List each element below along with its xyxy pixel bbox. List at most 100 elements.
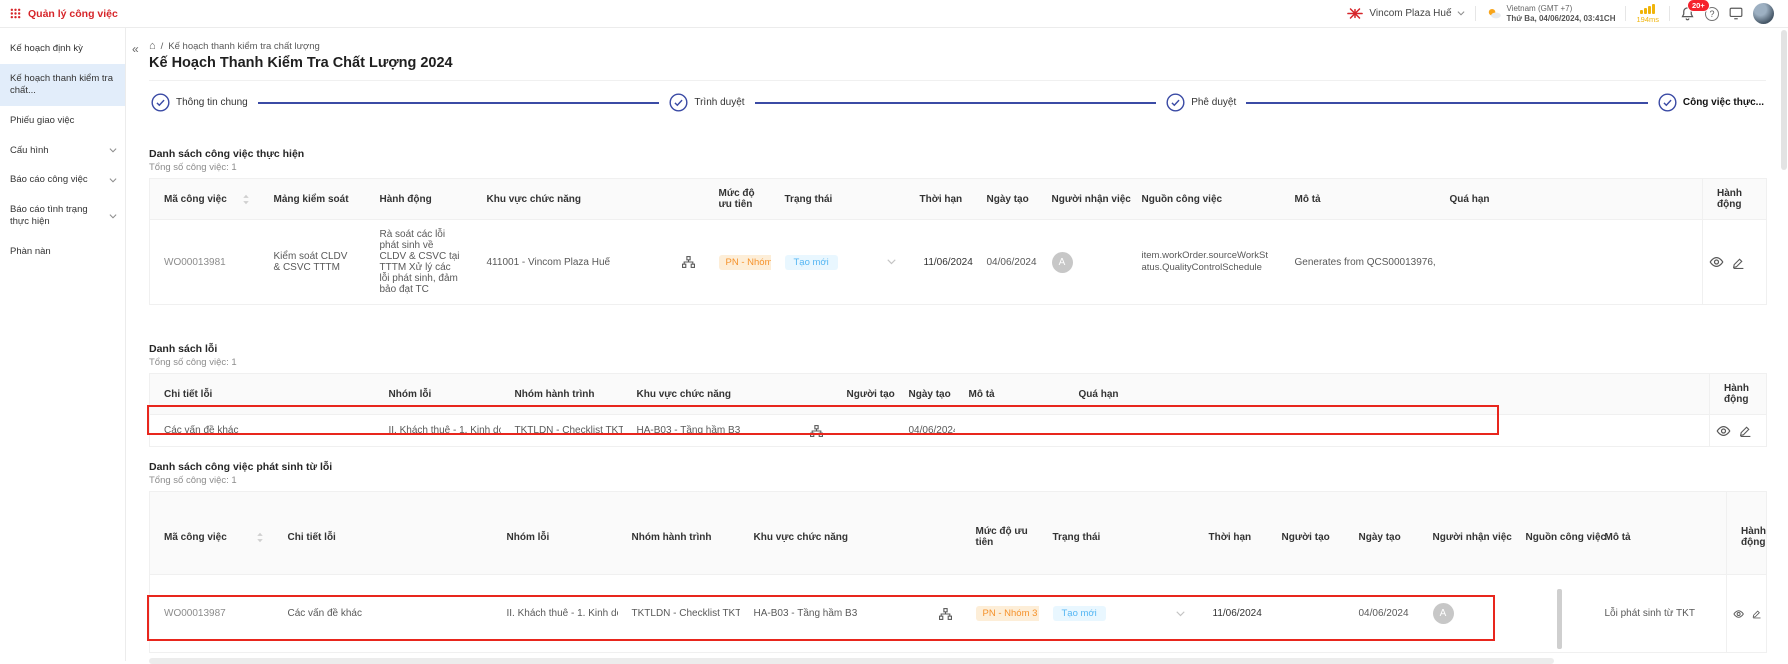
- user-avatar[interactable]: [1753, 3, 1774, 24]
- edit-pencil-icon[interactable]: [1732, 256, 1745, 269]
- error-group: II. Khách thuê - 1. Kinh doanh: [493, 575, 618, 653]
- notification-badge: 20+: [1687, 0, 1710, 12]
- chevron-down-icon: [109, 178, 117, 183]
- priority-cell: PN - Nhóm 3: [705, 220, 771, 305]
- edit-pencil-icon[interactable]: [1752, 607, 1762, 620]
- org-switcher[interactable]: Vincom Plaza Huế: [1346, 7, 1464, 20]
- column-header[interactable]: Mã công việc: [150, 179, 260, 220]
- step-cong-viec-thuc-hien[interactable]: Công việc thực...: [1658, 93, 1764, 112]
- eye-icon[interactable]: [1716, 425, 1731, 437]
- column-header: Người nhận việc: [1419, 492, 1512, 575]
- section-derived-list: Danh sách công việc phát sinh từ lỗi Tổn…: [149, 461, 1766, 653]
- check-circle-icon: [1658, 93, 1677, 112]
- actions-cell: [1703, 220, 1767, 305]
- section-count: Tổng số công việc: 1: [149, 357, 1766, 368]
- deadline-cell: 11/06/2024: [906, 220, 973, 305]
- sidebar-item-bao-cao-tinh-trang[interactable]: Báo cáo tình trạng thực hiện: [0, 195, 125, 237]
- breadcrumb-path[interactable]: Kế hoạch thanh kiểm tra chất lượng: [168, 41, 319, 52]
- table-row[interactable]: WO00013981 Kiểm soát CLDV & CSVC TTTM Rà…: [150, 220, 1767, 305]
- table-row[interactable]: Các vấn đề khác II. Khách thuê - 1. Kinh…: [150, 415, 1767, 447]
- column-header: Mức độ ưu tiên: [962, 492, 1039, 575]
- timezone-label: Vietnam (GMT +7): [1507, 4, 1616, 14]
- section-error-list: Danh sách lỗi Tổng số công việc: 1 Chi t…: [149, 343, 1766, 447]
- step-label: Phê duyệt: [1191, 97, 1236, 108]
- column-header: Nguồn công việc: [1512, 492, 1591, 575]
- step-connector: [755, 102, 1157, 104]
- section-title: Danh sách lỗi: [149, 343, 1766, 355]
- divider: [1669, 6, 1670, 21]
- sort-icon[interactable]: [256, 532, 264, 543]
- sidebar-item-label: Kế hoạch thanh kiểm tra chất...: [10, 73, 117, 97]
- divider: [1475, 6, 1476, 21]
- step-phe-duyet[interactable]: Phê duyệt: [1166, 93, 1236, 112]
- column-header: Khu vực chức năng: [473, 179, 705, 220]
- column-header: Chi tiết lỗi: [150, 374, 375, 415]
- edit-pencil-icon[interactable]: [1739, 424, 1752, 437]
- column-header[interactable]: Mã công việc: [150, 492, 274, 575]
- step-thong-tin-chung[interactable]: Thông tin chung: [151, 93, 248, 112]
- sidebar-item-ke-hoach-thanh-kiem-tra[interactable]: Kế hoạch thanh kiểm tra chất...: [0, 64, 125, 106]
- journey-group: TKTLDN - Checklist TKT LDN: [618, 575, 740, 653]
- column-header: Khu vực chức năng: [740, 492, 962, 575]
- table-row[interactable]: WO00013987 Các vấn đề khác II. Khách thu…: [150, 575, 1767, 653]
- monitor-icon[interactable]: [1729, 7, 1743, 20]
- functional-area-label: HA-B03 - Tầng hầm B3: [754, 608, 858, 619]
- overdue-cell: [1065, 415, 1710, 447]
- section-work-list: Danh sách công việc thực hiện Tổng số cô…: [149, 148, 1766, 305]
- functional-area: 411001 - Vincom Plaza Huế: [473, 220, 705, 305]
- org-name: Vincom Plaza Huế: [1369, 8, 1451, 19]
- journey-group: TKTLDN - Checklist TKT LDN: [501, 415, 623, 447]
- column-header: Mô tả: [1591, 492, 1727, 575]
- app-grid-icon[interactable]: [10, 8, 21, 19]
- apartment-icon[interactable]: [682, 256, 695, 268]
- work-action: Rà soát các lỗi phát sinh về CLDV & CSVC…: [366, 220, 473, 305]
- source-text: item.workOrder.sourceWorkStatus.QualityC…: [1142, 250, 1271, 275]
- column-header: Ngày tạo: [1345, 492, 1419, 575]
- column-header: Ngày tạo: [973, 179, 1038, 220]
- eye-icon[interactable]: [1709, 256, 1724, 268]
- step-label: Công việc thực...: [1683, 97, 1764, 108]
- sidebar-item-label: Cấu hình: [10, 145, 49, 157]
- sidebar-item-phan-nan[interactable]: Phàn nàn: [0, 237, 125, 267]
- assignee-avatar[interactable]: A: [1433, 603, 1454, 624]
- sort-icon[interactable]: [242, 194, 250, 205]
- page-scrollbar[interactable]: [1781, 30, 1787, 170]
- sidebar-item-label: Báo cáo tình trạng thực hiện: [10, 204, 105, 228]
- apartment-icon[interactable]: [939, 608, 952, 620]
- description-cell: Generates from QCS00013976, Kiể...: [1281, 220, 1436, 305]
- assignee-avatar[interactable]: A: [1052, 252, 1073, 273]
- apartment-icon[interactable]: [810, 425, 823, 437]
- check-circle-icon: [1166, 93, 1185, 112]
- control-area: Kiểm soát CLDV & CSVC TTTM: [260, 220, 366, 305]
- eye-icon[interactable]: [1733, 608, 1744, 620]
- column-header: Nguồn công việc: [1128, 179, 1281, 220]
- chevron-down-icon[interactable]: [1176, 611, 1185, 617]
- chevron-down-icon[interactable]: [887, 259, 896, 265]
- column-header: Quá hạn: [1436, 179, 1703, 220]
- datetime-label: Thứ Ba, 04/06/2024, 03:41CH: [1507, 14, 1616, 24]
- column-header: Quá hạn: [1065, 374, 1710, 415]
- notifications-button[interactable]: 20+: [1680, 6, 1695, 21]
- sidebar-item-phieu-giao-viec[interactable]: Phiếu giao việc: [0, 106, 125, 136]
- sidebar-item-bao-cao-cong-viec[interactable]: Báo cáo công việc: [0, 165, 125, 195]
- step-trinh-duyet[interactable]: Trình duyệt: [669, 93, 744, 112]
- actions-cell: [1710, 415, 1767, 447]
- home-icon[interactable]: ⌂: [149, 40, 156, 52]
- column-header: Người tạo: [833, 374, 895, 415]
- step-connector: [258, 102, 660, 104]
- sidebar-item-label: Báo cáo công việc: [10, 174, 88, 186]
- sidebar-item-ke-hoach-dinh-ky[interactable]: Kế hoạch định kỳ: [0, 34, 125, 64]
- horizontal-scrollbar[interactable]: [149, 658, 1554, 664]
- sidebar-item-cau-hinh[interactable]: Cấu hình: [0, 136, 125, 166]
- work-list-table: Mã công việc Mảng kiểm soát Hành động Kh…: [149, 178, 1767, 305]
- stepper: Thông tin chung Trình duyệt Phê duyệt Cô…: [149, 80, 1766, 122]
- collapse-sidebar-button[interactable]: «: [132, 42, 139, 56]
- vertical-scrollbar-thumb[interactable]: [1557, 589, 1562, 649]
- breadcrumb-separator: /: [161, 41, 164, 52]
- signal-bars-icon: [1640, 4, 1655, 14]
- deadline-date: 11/06/2024: [924, 257, 973, 268]
- deadline-date: 11/06/2024: [1213, 608, 1262, 619]
- step-connector: [1246, 102, 1648, 104]
- description-text: Generates from QCS00013976, Kiể...: [1295, 257, 1426, 268]
- timezone-widget: Vietnam (GMT +7) Thứ Ba, 04/06/2024, 03:…: [1486, 4, 1616, 24]
